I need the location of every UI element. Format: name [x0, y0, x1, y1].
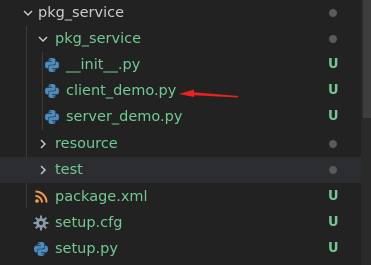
file-label: setup.py [55, 241, 118, 257]
folder-label: test [55, 162, 83, 178]
file-explorer: pkg_service pkg_service __init__.py U cl… [0, 0, 371, 265]
tree-folder-pkg-service-root[interactable]: pkg_service [0, 0, 371, 26]
git-status-badge: U [328, 215, 339, 230]
tree-file-setup-py[interactable]: setup.py U [0, 236, 371, 262]
rss-icon [33, 189, 49, 205]
file-label: package.xml [55, 189, 148, 205]
status-dot [329, 166, 337, 174]
git-status-badge: U [328, 83, 339, 98]
status-dot [329, 35, 337, 43]
chevron-down-icon [20, 3, 36, 23]
folder-label: resource [55, 136, 118, 152]
folder-label: pkg_service [38, 5, 124, 21]
red-arrow-icon [178, 87, 240, 107]
python-icon [44, 57, 60, 73]
tree-folder-pkg-service[interactable]: pkg_service [0, 26, 371, 52]
tree-folder-resource[interactable]: resource [0, 131, 371, 157]
tree-file-init-py[interactable]: __init__.py U [0, 52, 371, 78]
file-label: setup.cfg [55, 215, 123, 231]
tree-folder-test[interactable]: test [0, 157, 371, 183]
file-label: __init__.py [66, 57, 141, 73]
file-label: client_demo.py [66, 83, 177, 99]
status-dot [329, 140, 337, 148]
git-status-badge: U [328, 109, 339, 124]
status-dot [329, 9, 337, 17]
tree-file-setup-cfg[interactable]: setup.cfg U [0, 210, 371, 236]
chevron-down-icon [35, 29, 51, 49]
chevron-right-icon [35, 160, 51, 180]
git-status-badge: U [328, 241, 339, 256]
python-icon [44, 83, 60, 99]
gear-icon [33, 215, 49, 231]
scrollbar-thumb[interactable] [363, 0, 371, 118]
git-status-badge: U [328, 57, 339, 72]
folder-label: pkg_service [55, 31, 141, 47]
tree-file-package-xml[interactable]: package.xml U [0, 184, 371, 210]
chevron-right-icon [35, 134, 51, 154]
python-icon [44, 109, 60, 125]
file-label: server_demo.py [66, 109, 183, 125]
python-icon [33, 241, 49, 257]
tree-file-server-demo-py[interactable]: server_demo.py U [0, 104, 371, 130]
git-status-badge: U [328, 189, 339, 204]
